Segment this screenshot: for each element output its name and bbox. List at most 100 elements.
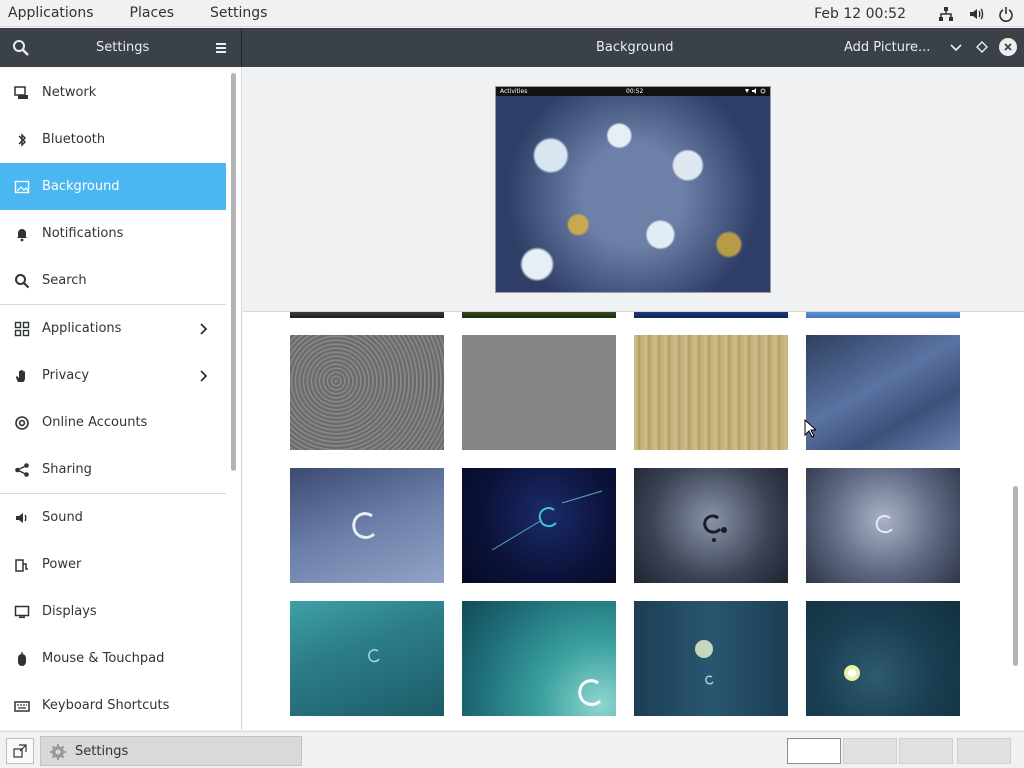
sidebar-item-label: Sound: [42, 510, 83, 525]
add-picture-button[interactable]: Add Picture...: [844, 40, 930, 55]
workspace-2[interactable]: [843, 738, 897, 764]
sidebar: Network Bluetooth Background Notificatio…: [0, 68, 242, 730]
workspace-1[interactable]: [787, 738, 841, 764]
wallpaper-thumbnail[interactable]: [462, 335, 616, 450]
wallpaper-thumbnail[interactable]: [462, 312, 616, 318]
hand-icon: [13, 367, 31, 385]
sidebar-item-label: Mouse & Touchpad: [42, 651, 165, 666]
chevron-down-icon[interactable]: [948, 39, 964, 55]
grid-icon: [13, 320, 31, 338]
sidebar-item-label: Power: [42, 557, 82, 572]
show-desktop-icon: [13, 744, 27, 758]
sidebar-item-label: Background: [42, 179, 120, 194]
wallpaper-thumbnail[interactable]: [634, 601, 788, 716]
sidebar-item-label: Search: [42, 273, 87, 288]
search-icon: [13, 272, 31, 290]
keyboard-icon: [13, 697, 31, 715]
sidebar-item-label: Notifications: [42, 226, 124, 241]
background-panel: Activities 00:52: [243, 68, 1024, 730]
debian-swirl-icon: [703, 514, 727, 542]
sidebar-item-label: Displays: [42, 604, 97, 619]
header-sidebar-section: Settings: [0, 28, 242, 67]
debian-swirl-icon: [352, 512, 376, 539]
sidebar-item-label: Keyboard Shortcuts: [42, 698, 170, 713]
sidebar-item-sharing[interactable]: Sharing: [0, 446, 226, 493]
wallpaper-thumbnail[interactable]: [290, 335, 444, 450]
wallpaper-thumbnail[interactable]: [806, 601, 960, 716]
page-title: Background: [596, 40, 674, 55]
sidebar-item-notifications[interactable]: Notifications: [0, 210, 226, 257]
sidebar-item-label: Bluetooth: [42, 132, 106, 147]
wallpaper-thumbnail[interactable]: [634, 335, 788, 450]
wallpaper-thumbnail[interactable]: [290, 312, 444, 318]
debian-swirl-icon: [844, 665, 860, 681]
diamond-icon[interactable]: [974, 39, 990, 55]
applications-menu[interactable]: Applications: [0, 5, 102, 21]
panel-tray: Feb 12 00:52: [814, 0, 1016, 27]
sidebar-item-privacy[interactable]: Privacy: [0, 352, 226, 399]
debian-swirl-icon: [695, 640, 714, 685]
header-bar: Settings Background Add Picture...: [0, 28, 1024, 67]
preview-top-bar: Activities 00:52: [496, 87, 770, 96]
chevron-right-icon: [198, 369, 210, 383]
bluetooth-icon: [13, 131, 31, 149]
places-menu[interactable]: Places: [122, 5, 183, 21]
at-icon: [13, 414, 31, 432]
hamburger-menu-icon[interactable]: [212, 39, 230, 57]
preview-tray-icons: [744, 87, 766, 96]
sidebar-item-label: Privacy: [42, 368, 90, 383]
sidebar-item-displays[interactable]: Displays: [0, 588, 226, 635]
sidebar-item-search[interactable]: Search: [0, 257, 226, 304]
wallpaper-thumbnail[interactable]: [634, 468, 788, 583]
debian-swirl-icon: [491, 490, 603, 551]
search-icon[interactable]: [12, 39, 30, 57]
wallpaper-thumbnail[interactable]: [462, 468, 616, 583]
wallpaper-thumbnail[interactable]: [290, 601, 444, 716]
wallpaper-thumbnail[interactable]: [806, 335, 960, 450]
sidebar-item-mouse-touchpad[interactable]: Mouse & Touchpad: [0, 635, 226, 682]
wallpaper-thumbnail[interactable]: [634, 312, 788, 318]
settings-menu[interactable]: Settings: [202, 5, 275, 21]
taskbar-settings-window[interactable]: Settings: [40, 736, 302, 766]
plug-icon: [13, 556, 31, 574]
share-icon: [13, 461, 31, 479]
close-icon[interactable]: [999, 38, 1017, 56]
preview-clock: 00:52: [626, 88, 644, 95]
taskbar: Settings: [0, 731, 1024, 768]
sidebar-item-keyboard-shortcuts[interactable]: Keyboard Shortcuts: [0, 682, 226, 729]
sidebar-item-bluetooth[interactable]: Bluetooth: [0, 116, 226, 163]
sidebar-item-applications[interactable]: Applications: [0, 305, 226, 352]
speaker-icon: [13, 509, 31, 527]
sidebar-item-sound[interactable]: Sound: [0, 494, 226, 541]
main-scrollbar[interactable]: [1013, 486, 1018, 666]
snowy-forest-wallpaper: [496, 96, 770, 292]
taskbar-settings-label: Settings: [75, 743, 129, 759]
sidebar-scrollbar[interactable]: [231, 73, 236, 471]
volume-icon[interactable]: [966, 4, 986, 24]
workspace-3[interactable]: [899, 738, 953, 764]
sidebar-item-background[interactable]: Background: [0, 163, 226, 210]
power-icon[interactable]: [996, 4, 1016, 24]
sidebar-item-label: Applications: [42, 321, 122, 336]
top-panel: Applications Places Settings Feb 12 00:5…: [0, 0, 1024, 27]
display-icon: [13, 603, 31, 621]
network-icon: [13, 84, 31, 102]
wallpaper-thumbnail[interactable]: [806, 312, 960, 318]
chevron-right-icon: [198, 322, 210, 336]
workspace-4[interactable]: [957, 738, 1011, 764]
network-tray-icon[interactable]: [936, 4, 956, 24]
sidebar-item-online-accounts[interactable]: Online Accounts: [0, 399, 226, 446]
clock[interactable]: Feb 12 00:52: [814, 6, 906, 22]
show-desktop-button[interactable]: [6, 738, 34, 764]
sidebar-item-label: Network: [42, 85, 97, 100]
wallpaper-thumbnail[interactable]: [290, 468, 444, 583]
wallpaper-thumbnail[interactable]: [462, 601, 616, 716]
sidebar-item-power[interactable]: Power: [0, 541, 226, 588]
bell-icon: [13, 225, 31, 243]
debian-swirl-icon: [578, 679, 602, 706]
sidebar-item-network[interactable]: Network: [0, 69, 226, 116]
wallpaper-thumbnail[interactable]: [806, 468, 960, 583]
background-icon: [13, 178, 31, 196]
gear-icon: [49, 743, 67, 761]
panel-menus: Applications Places Settings: [0, 5, 275, 21]
